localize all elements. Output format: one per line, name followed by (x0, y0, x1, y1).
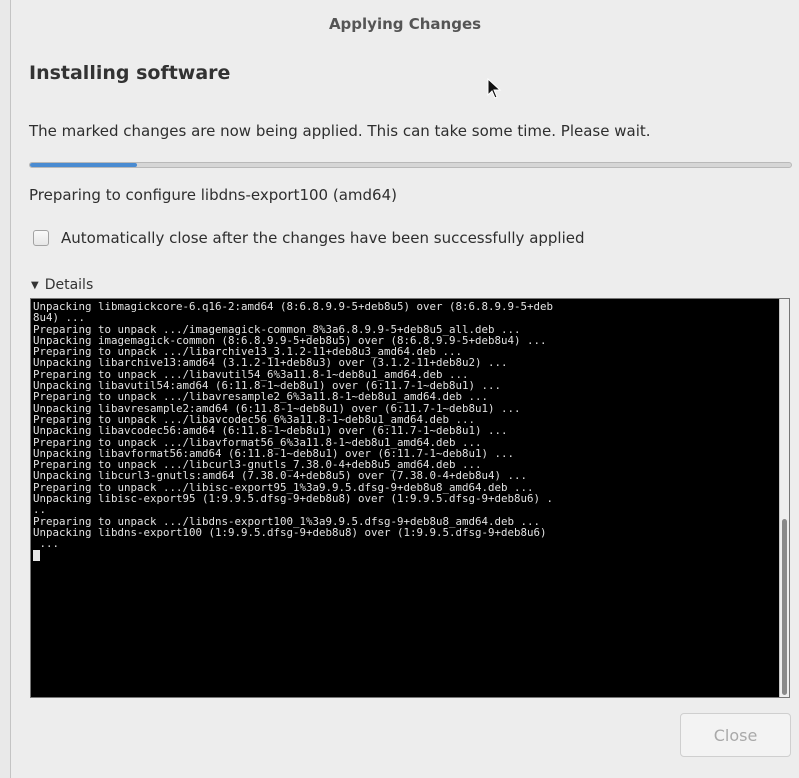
terminal-line: Unpacking libmagickcore-6.q16-2:amd64 (8… (33, 300, 554, 313)
terminal-line: Unpacking libdns-export100 (1:9.9.5.dfsg… (33, 525, 547, 539)
terminal-line: Preparing to unpack .../libavresample2_6… (33, 390, 489, 404)
autoclose-option[interactable]: Automatically close after the changes ha… (33, 229, 585, 247)
window-title: Applying Changes (328, 15, 482, 33)
terminal-scrollbar[interactable] (779, 299, 789, 697)
autoclose-checkbox[interactable] (33, 230, 49, 246)
mouse-pointer-icon (487, 78, 502, 99)
status-text: Preparing to configure libdns-export100 … (29, 186, 397, 204)
terminal-line: 8u4) ... (33, 311, 86, 325)
details-expander[interactable]: ▼ Details (31, 277, 93, 293)
autoclose-label: Automatically close after the changes ha… (61, 229, 585, 247)
terminal-cursor (33, 549, 40, 561)
details-label: Details (44, 277, 94, 293)
applying-changes-dialog: Applying Changes Installing software The… (10, 0, 799, 778)
terminal-lines: Unpacking libmagickcore-6.q16-2:amd64 (8… (33, 301, 789, 550)
page-heading: Installing software (29, 62, 231, 84)
terminal-line: .. (33, 503, 47, 517)
scrollbar-thumb[interactable] (782, 519, 787, 695)
terminal-line: Unpacking libavcodec56:amd64 (6:11.8-1~d… (33, 424, 508, 438)
progress-bar (29, 162, 792, 168)
terminal-line: Unpacking libisc-export95 (1:9.9.5.dfsg-… (33, 492, 554, 506)
close-button[interactable]: Close (680, 713, 791, 757)
info-message: The marked changes are now being applied… (29, 122, 651, 140)
triangle-down-icon: ▼ (31, 279, 39, 291)
terminal-line: ... (33, 537, 60, 551)
progress-fill (30, 163, 137, 167)
terminal-output[interactable]: Unpacking libmagickcore-6.q16-2:amd64 (8… (30, 298, 790, 698)
